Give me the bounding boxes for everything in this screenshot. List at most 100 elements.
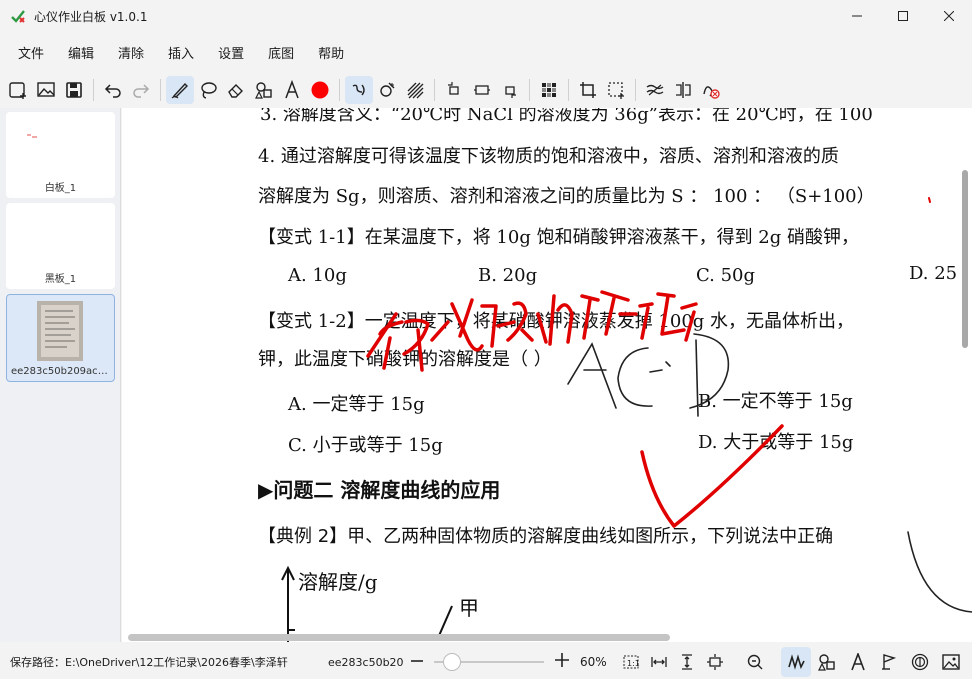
shapes-icon	[818, 654, 835, 671]
stamp-mode-button[interactable]	[874, 647, 904, 677]
hatch-icon	[407, 82, 424, 99]
menu-background[interactable]: 底图	[268, 43, 294, 62]
svg-text:1:1: 1:1	[627, 659, 640, 668]
flag-icon	[882, 654, 897, 670]
text-icon	[851, 653, 865, 671]
menu-bar: 文件 编辑 清除 插入 设置 底图 帮助	[0, 38, 350, 66]
ocr-button[interactable]	[905, 647, 935, 677]
toolbar-divider	[529, 79, 530, 101]
text-mode-button[interactable]	[843, 647, 873, 677]
fit-height-button[interactable]	[673, 648, 701, 676]
smooth-button[interactable]	[641, 76, 669, 104]
handwriting-mode-button[interactable]	[781, 647, 811, 677]
new-board-button[interactable]	[4, 76, 32, 104]
menu-file[interactable]: 文件	[18, 43, 44, 62]
shapes-tool-button[interactable]	[250, 76, 278, 104]
toolbar	[0, 74, 972, 106]
fit-width-button[interactable]	[645, 648, 673, 676]
fit-page-button[interactable]	[468, 76, 496, 104]
thumbnail-whiteboard[interactable]: 白板_1	[6, 112, 115, 198]
thumbnail-preview-icon	[37, 301, 83, 361]
status-bar: 保存路径：E:\OneDriver\12工作记录\2026春季\李泽轩 ee28…	[0, 645, 972, 679]
rotate-left-button[interactable]	[440, 76, 468, 104]
minus-icon	[411, 659, 423, 662]
menu-insert[interactable]: 插入	[168, 43, 194, 62]
smooth-icon	[646, 84, 664, 96]
magnifier-button[interactable]	[741, 648, 769, 676]
ink-layer[interactable]	[122, 108, 972, 642]
save-path-label: 保存路径：E:\OneDriver\12工作记录\2026春季\李泽轩	[10, 656, 288, 669]
close-button[interactable]	[926, 0, 972, 32]
image-icon	[37, 82, 55, 97]
zoom-out-button[interactable]	[410, 652, 424, 673]
whiteboard-canvas[interactable]: 3. 溶解度含义：“20℃时 NaCl 的溶液度为 36g”表示：在 20℃时，…	[122, 108, 972, 642]
ocr-icon	[911, 653, 929, 671]
undo-button[interactable]	[99, 76, 127, 104]
pen-tool-button[interactable]	[166, 76, 194, 104]
crop-button[interactable]	[574, 76, 602, 104]
clear-ink-icon	[703, 86, 720, 99]
minimize-button[interactable]	[834, 0, 880, 32]
toolbar-divider	[434, 79, 435, 101]
toolbar-divider	[339, 79, 340, 101]
page-thumbnail-panel: 白板_1 黑板_1 ee283c50b209ac9...	[0, 108, 121, 642]
smart-pen-button[interactable]	[345, 76, 373, 104]
hatch-button[interactable]	[401, 76, 429, 104]
shapes-icon	[255, 82, 272, 99]
undo-icon	[104, 84, 121, 98]
rotate-right-icon	[505, 86, 516, 98]
app-logo-icon	[11, 10, 25, 23]
fit-window-button[interactable]	[701, 648, 729, 676]
thumbnail-blackboard[interactable]: 黑板_1	[6, 203, 115, 289]
zoom-in-button[interactable]	[554, 652, 570, 673]
background-image-button[interactable]	[936, 647, 966, 677]
select-region-icon	[608, 82, 624, 99]
fit-icon	[474, 85, 490, 95]
thumbnail-label: ee283c50b209ac9...	[11, 366, 114, 377]
new-board-icon	[9, 82, 26, 99]
select-region-button[interactable]	[602, 76, 630, 104]
menu-settings[interactable]: 设置	[218, 43, 244, 62]
actual-size-button[interactable]: 1:1	[617, 648, 645, 676]
mosaic-button[interactable]	[535, 76, 563, 104]
zoom-slider[interactable]	[434, 652, 544, 672]
text-tool-button[interactable]	[278, 76, 306, 104]
stamp-button[interactable]	[373, 76, 401, 104]
rotate-left-icon	[448, 82, 459, 95]
thumbnail-label: 黑板_1	[44, 274, 77, 285]
mirror-icon	[676, 82, 691, 98]
zoom-percentage: 60%	[580, 655, 607, 669]
text-icon	[285, 80, 299, 99]
lasso-tool-button[interactable]	[194, 76, 222, 104]
insert-image-button[interactable]	[32, 76, 60, 104]
shapes-mode-button[interactable]	[812, 647, 842, 677]
menu-clear[interactable]: 清除	[118, 43, 144, 62]
save-button[interactable]	[60, 76, 88, 104]
current-file-label: ee283c50b209ac9	[328, 655, 404, 669]
black-handwriting-answer	[567, 197, 972, 613]
redo-button[interactable]	[127, 76, 155, 104]
rotate-right-button[interactable]	[496, 76, 524, 104]
eraser-tool-button[interactable]	[222, 76, 250, 104]
thumbnail-image-page[interactable]: ee283c50b209ac9...	[6, 294, 115, 382]
red-handwriting-note	[366, 290, 784, 528]
maximize-button[interactable]	[880, 0, 926, 32]
zoom-slider-knob[interactable]	[443, 653, 462, 671]
stamp-icon	[380, 82, 395, 97]
actual-size-icon: 1:1	[623, 655, 640, 669]
toolbar-divider	[635, 79, 636, 101]
toolbar-divider	[93, 79, 94, 101]
horizontal-scrollbar[interactable]	[128, 634, 670, 641]
window-title: 心仪作业白板 v1.0.1	[34, 9, 148, 24]
save-icon	[66, 82, 82, 98]
toolbar-divider	[568, 79, 569, 101]
mirror-button[interactable]	[669, 76, 697, 104]
redo-icon	[133, 84, 150, 98]
search-icon	[747, 654, 763, 670]
menu-edit[interactable]: 编辑	[68, 43, 94, 62]
close-icon	[944, 11, 954, 21]
menu-help[interactable]: 帮助	[318, 43, 344, 62]
clear-ink-button[interactable]	[697, 76, 725, 104]
vertical-scrollbar[interactable]	[962, 170, 968, 348]
pen-color-button[interactable]	[306, 76, 334, 104]
